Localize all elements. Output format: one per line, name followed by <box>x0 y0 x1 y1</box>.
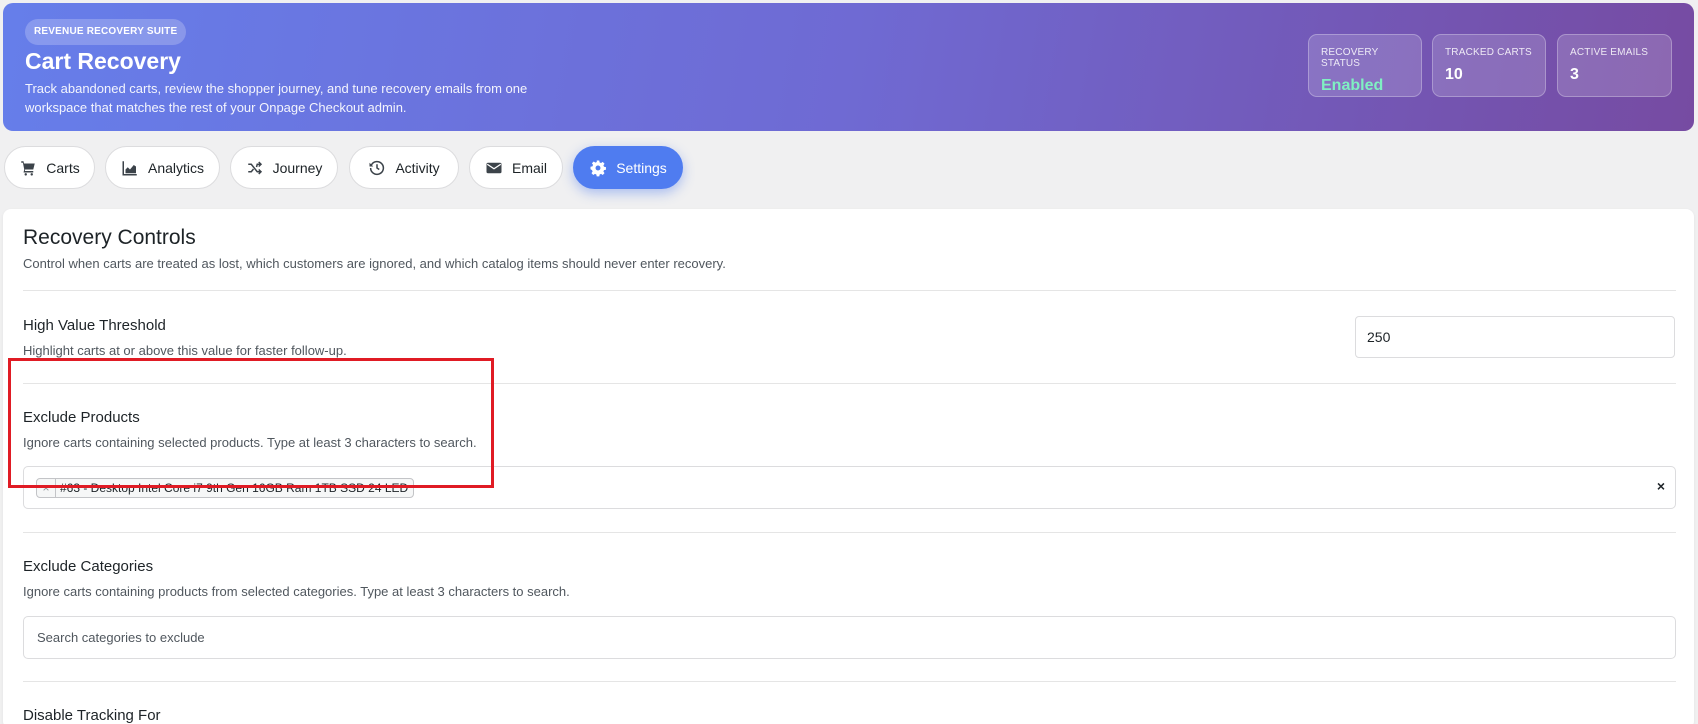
tab-label: Carts <box>46 159 80 176</box>
stat-value: Enabled <box>1321 77 1384 94</box>
stat-recovery-status: RECOVERY STATUS Enabled <box>1308 34 1422 97</box>
header-banner: REVENUE RECOVERY SUITE Cart Recovery Tra… <box>3 3 1694 131</box>
chip-label: #63 - Desktop Intel Core i7 9th Gen 16GB… <box>60 481 409 495</box>
exclude-products-description: Ignore carts containing selected product… <box>23 435 477 450</box>
tab-activity[interactable]: Activity <box>349 146 459 189</box>
exclude-categories-title: Exclude Categories <box>23 558 154 575</box>
divider <box>23 681 1676 682</box>
panel-subtitle: Control when carts are treated as lost, … <box>23 256 726 271</box>
high-value-threshold-description: Highlight carts at or above this value f… <box>23 343 347 358</box>
stat-value: 3 <box>1570 66 1579 83</box>
divider <box>23 290 1676 291</box>
chart-icon <box>122 160 137 175</box>
stat-label: TRACKED CARTS <box>1445 47 1532 58</box>
remove-chip-button[interactable]: × <box>37 479 56 497</box>
tab-analytics[interactable]: Analytics <box>105 146 220 189</box>
exclude-categories-select <box>23 616 1676 659</box>
cart-icon <box>21 160 36 176</box>
page-subtitle: Track abandoned carts, review the shoppe… <box>25 81 528 115</box>
exclude-products-select[interactable]: × #63 - Desktop Intel Core i7 9th Gen 16… <box>23 466 1676 509</box>
shuffle-icon <box>247 160 262 175</box>
page-title: Cart Recovery <box>25 48 181 74</box>
disable-tracking-title: Disable Tracking For <box>23 707 161 724</box>
suite-badge: REVENUE RECOVERY SUITE <box>25 19 187 45</box>
clear-selection-button[interactable]: × <box>1657 478 1665 494</box>
exclude-categories-description: Ignore carts containing products from se… <box>23 584 570 599</box>
high-value-threshold-title: High Value Threshold <box>23 317 166 334</box>
stat-label: RECOVERY STATUS <box>1321 47 1379 69</box>
history-icon <box>369 160 385 175</box>
exclude-products-title: Exclude Products <box>23 409 140 426</box>
tab-carts[interactable]: Carts <box>4 146 95 189</box>
stat-active-emails: ACTIVE EMAILS 3 <box>1557 34 1672 97</box>
envelope-icon <box>486 162 502 173</box>
divider <box>23 383 1676 384</box>
stat-tracked-carts: TRACKED CARTS 10 <box>1432 34 1546 97</box>
exclude-categories-search-input[interactable] <box>24 617 1675 658</box>
tab-email[interactable]: Email <box>469 146 563 189</box>
tab-label: Journey <box>272 159 323 176</box>
panel-title: Recovery Controls <box>23 226 196 249</box>
tab-label: Email <box>511 159 547 176</box>
high-value-threshold-input[interactable] <box>1355 316 1675 358</box>
stat-label: ACTIVE EMAILS <box>1570 47 1649 58</box>
tab-label: Settings <box>616 159 667 176</box>
tab-journey[interactable]: Journey <box>230 146 338 189</box>
stat-value: 10 <box>1445 66 1463 83</box>
tab-label: Activity <box>395 159 440 176</box>
gear-icon <box>590 160 607 176</box>
tab-settings[interactable]: Settings <box>573 146 683 189</box>
tab-label: Analytics <box>147 159 205 176</box>
divider <box>23 532 1676 533</box>
selected-product-chip: × #63 - Desktop Intel Core i7 9th Gen 16… <box>36 478 415 498</box>
recovery-controls-panel: Recovery Controls Control when carts are… <box>3 209 1694 724</box>
